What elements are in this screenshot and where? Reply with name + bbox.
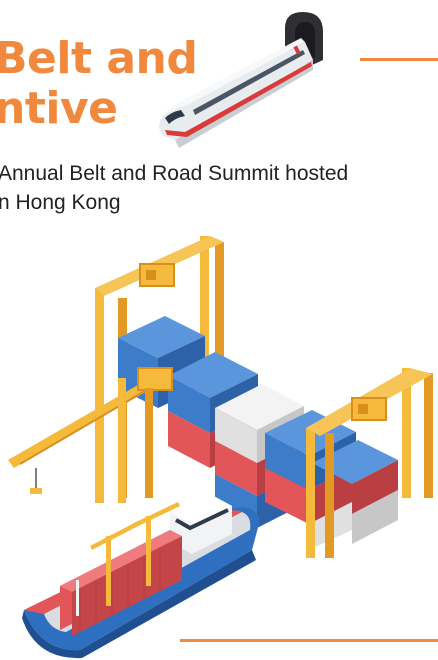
accent-rule-top bbox=[360, 58, 438, 61]
boom-crane-left bbox=[8, 367, 173, 503]
accent-rule-bottom bbox=[180, 639, 438, 642]
high-speed-train-illustration bbox=[159, 12, 323, 148]
subtitle: Annual Belt and Road Summit hosted n Hon… bbox=[0, 159, 438, 217]
subtitle-line-1: Annual Belt and Road Summit hosted bbox=[0, 162, 349, 185]
container-ship-illustration bbox=[22, 494, 260, 659]
subtitle-line-2: n Hong Kong bbox=[0, 191, 121, 214]
